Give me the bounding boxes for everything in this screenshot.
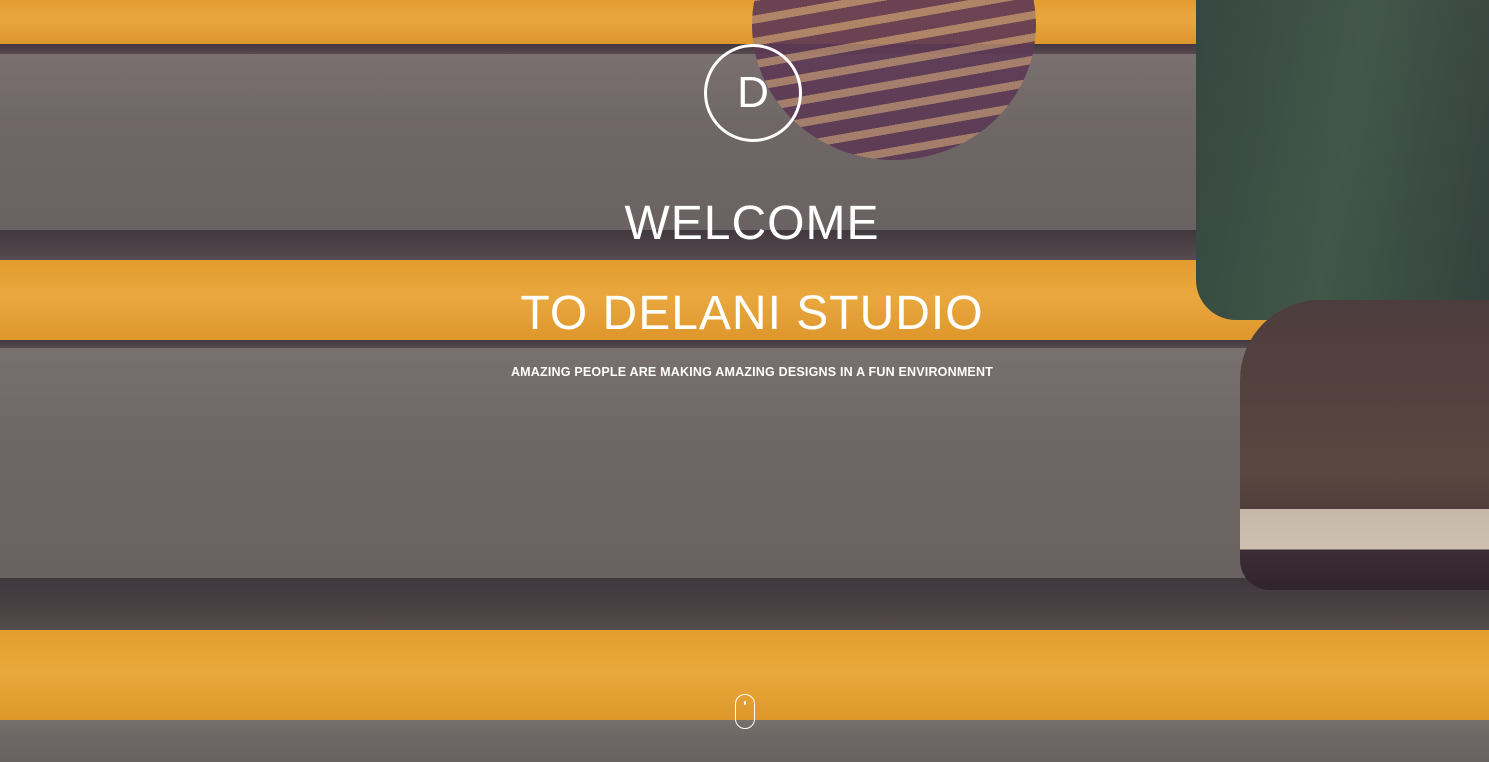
hero-section: D WELCOME TO DELANI STUDIO AMAZING PEOPL… bbox=[0, 0, 1489, 762]
hero-title-line-2: TO DELANI STUDIO bbox=[520, 287, 984, 340]
hero-tagline: AMAZING PEOPLE ARE MAKING AMAZING DESIGN… bbox=[510, 365, 994, 379]
mouse-wheel-icon bbox=[744, 701, 746, 705]
studio-logo[interactable]: D bbox=[704, 44, 802, 142]
hero-content: D WELCOME TO DELANI STUDIO AMAZING PEOPL… bbox=[0, 0, 1489, 762]
mouse-scroll-icon[interactable] bbox=[735, 694, 755, 729]
logo-letter: D bbox=[737, 68, 769, 117]
hero-title-line-1: WELCOME bbox=[624, 197, 880, 250]
